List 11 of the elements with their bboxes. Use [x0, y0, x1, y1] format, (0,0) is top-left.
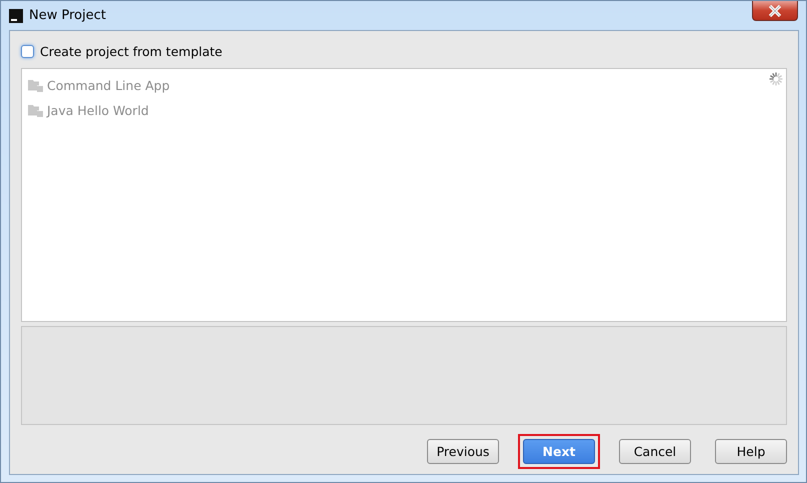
- close-icon: [767, 4, 783, 16]
- folder-icon: [28, 104, 43, 117]
- app-logo-icon: [9, 8, 23, 22]
- dialog-button[interactable]: Previous: [427, 439, 499, 464]
- window-title: New Project: [29, 8, 106, 23]
- checkbox[interactable]: [21, 44, 34, 58]
- folder-icon: [28, 79, 43, 92]
- dialog-button[interactable]: Help: [715, 439, 787, 464]
- dialog-button[interactable]: Cancel: [619, 439, 691, 464]
- close-button[interactable]: [752, 1, 798, 21]
- checkbox-label: Create project from template: [40, 44, 222, 58]
